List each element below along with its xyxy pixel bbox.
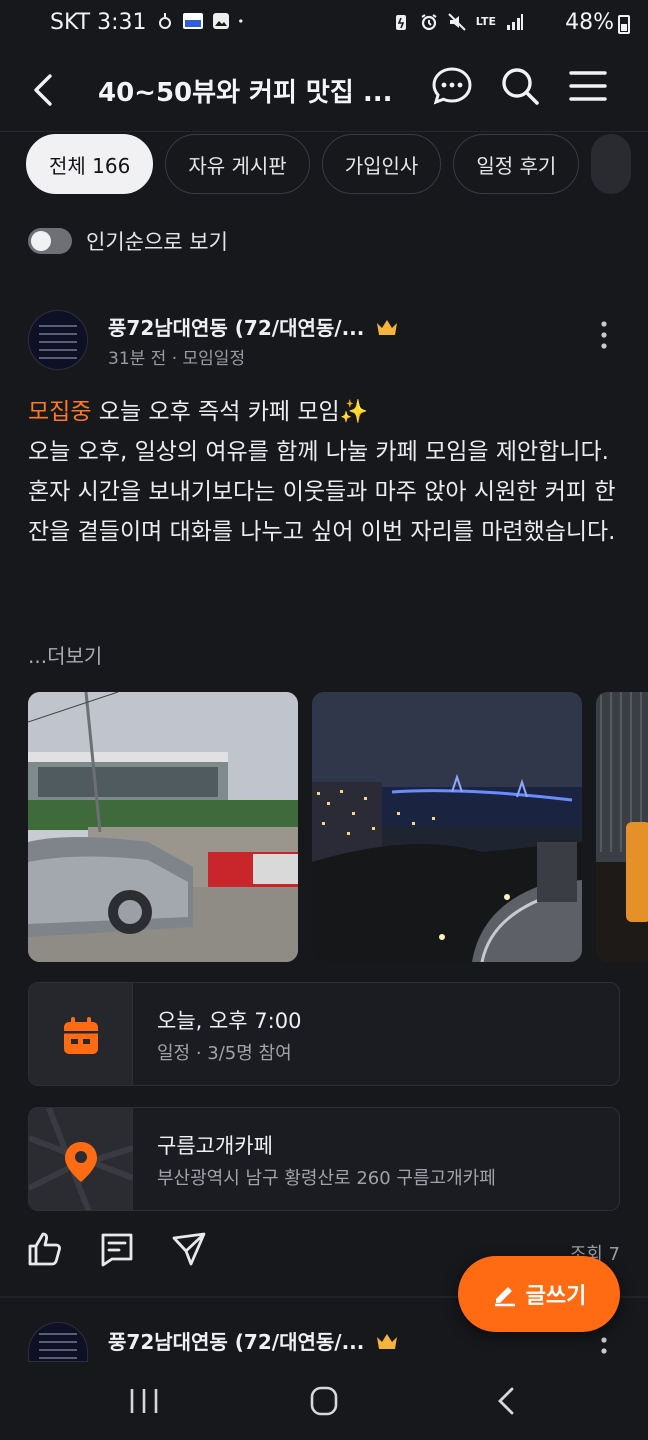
post-headline: 오늘 오후 즉석 카페 모임✨	[91, 399, 369, 425]
more-options-icon[interactable]	[596, 320, 612, 350]
post-body[interactable]: 모집중 오늘 오후 즉석 카페 모임✨ 오늘 오후, 일상의 여유를 함께 나눌…	[28, 392, 628, 552]
calendar-icon	[64, 1017, 98, 1054]
battery-icon	[618, 15, 630, 34]
post-author[interactable]: 풍72남대연동 (72/대연동/...	[108, 312, 399, 341]
popular-sort-label: 인기순으로 보기	[86, 230, 228, 254]
map-thumbnail	[29, 1108, 133, 1210]
popular-sort-toggle[interactable]	[28, 228, 72, 254]
battery-saver-icon	[395, 15, 406, 30]
tab-free-board[interactable]: 자유 게시판	[165, 134, 310, 194]
app-notification-icon	[159, 13, 171, 29]
notification-icons	[156, 12, 248, 30]
popular-sort-toggle-row: 인기순으로 보기	[28, 226, 228, 256]
status-bar: SKT 3:31 LTE 48%	[0, 0, 648, 48]
recruiting-badge: 모집중	[28, 399, 92, 425]
photo-carousel	[28, 692, 648, 962]
crown-icon	[377, 320, 398, 335]
dot-icon	[239, 19, 243, 23]
pencil-icon	[494, 1287, 515, 1307]
location-address: 부산광역시 남구 황령산로 260 구름고개카페	[157, 1168, 496, 1189]
author-name: 풍72남대연동 (72/대연동/...	[108, 316, 365, 340]
next-author-name: 풍72남대연동 (72/대연동/...	[108, 1330, 365, 1354]
recent-apps-icon[interactable]	[124, 1386, 164, 1416]
search-icon[interactable]	[498, 64, 542, 108]
tab-more[interactable]	[591, 134, 632, 194]
alarm-icon	[421, 14, 437, 31]
write-button[interactable]: 글쓰기	[458, 1256, 620, 1332]
home-icon[interactable]	[304, 1386, 344, 1416]
avatar[interactable]	[28, 310, 88, 370]
schedule-detail: 일정 · 3/5명 참여	[157, 1043, 292, 1064]
tab-all[interactable]: 전체 166	[26, 134, 154, 194]
status-time: SKT 3:31	[50, 10, 147, 35]
mute-icon	[448, 13, 466, 31]
location-card[interactable]: 구름고개카페 부산광역시 남구 황령산로 260 구름고개카페	[28, 1107, 620, 1211]
location-name: 구름고개카페	[157, 1134, 273, 1158]
like-icon[interactable]	[26, 1230, 64, 1268]
post-actions	[26, 1230, 208, 1268]
post-content: 오늘 오후, 일상의 여유를 함께 나눌 카페 모임을 제안합니다. 혼자 시간…	[28, 439, 616, 545]
back-nav-icon[interactable]	[488, 1386, 528, 1416]
schedule-card[interactable]: 오늘, 오후 7:00 일정 · 3/5명 참여	[28, 982, 620, 1086]
calendar-app-icon	[183, 13, 203, 29]
back-arrow-icon[interactable]	[24, 68, 64, 112]
next-post-author[interactable]: 풍72남대연동 (72/대연동/...	[108, 1326, 399, 1355]
network-type: LTE	[475, 15, 496, 28]
tab-greetings[interactable]: 가입인사	[321, 134, 442, 194]
category-tabs: 전체 166 자유 게시판 가입인사 일정 후기	[26, 134, 632, 194]
read-more-link[interactable]: ...더보기	[28, 640, 102, 669]
cafe-exterior-photo[interactable]	[28, 692, 298, 962]
crown-icon	[377, 1334, 398, 1349]
schedule-icon-box	[29, 983, 133, 1085]
cafe-interior-photo[interactable]	[596, 692, 648, 962]
gallery-icon	[213, 13, 229, 29]
next-post-avatar[interactable]	[28, 1322, 88, 1362]
comment-icon[interactable]	[98, 1230, 136, 1268]
system-icons: LTE	[392, 13, 524, 31]
menu-icon[interactable]	[566, 64, 610, 108]
location-pin-icon	[65, 1142, 97, 1182]
share-icon[interactable]	[170, 1230, 208, 1268]
tab-schedule-review[interactable]: 일정 후기	[453, 134, 580, 194]
night-city-view-photo[interactable]	[312, 692, 582, 962]
signal-icon	[507, 14, 523, 30]
chat-icon[interactable]	[430, 64, 474, 108]
page-title: 40~50뷰와 커피 맛집 ...	[98, 78, 393, 108]
app-header: 40~50뷰와 커피 맛집 ...	[0, 48, 648, 132]
post-meta: 31분 전 · 모임일정	[108, 349, 246, 369]
battery-percent: 48%	[565, 10, 614, 35]
write-button-label: 글쓰기	[525, 1284, 587, 1309]
schedule-time: 오늘, 오후 7:00	[157, 1009, 302, 1033]
system-nav-bar	[0, 1362, 648, 1440]
next-post-more-icon[interactable]	[596, 1336, 612, 1356]
